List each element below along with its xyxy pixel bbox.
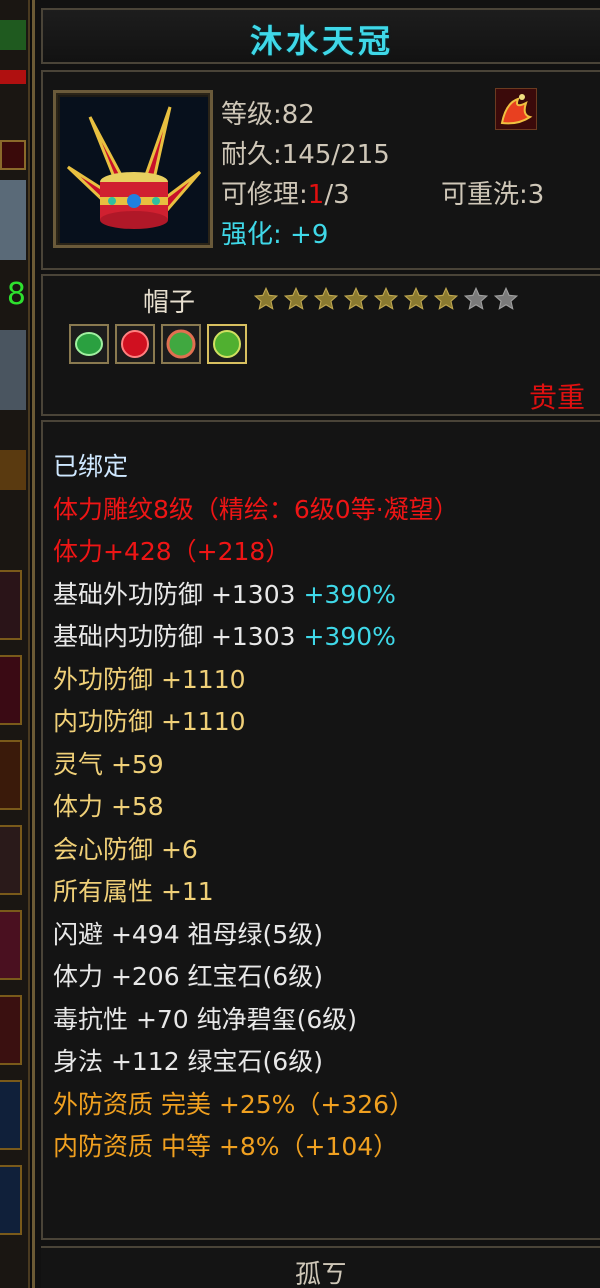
side-portrait [0,180,26,260]
repair-label: 可修理: [221,180,308,210]
hp-bar [0,20,26,50]
item-repair: 可修理:1/3 [221,174,350,211]
stat-line: 内防资质 中等 +8%（+104） [53,1126,459,1169]
equip-slot[interactable] [0,995,22,1065]
stats-list: 已绑定体力雕纹8级（精绘：6级0等·凝望） 体力+428（+218） 基础外功防御 … [53,446,459,1169]
enhance-value: +9 [290,220,329,250]
star-filled-icon [313,286,339,310]
item-name: 沐水天冠 [249,22,394,60]
side-panel-strip: 8 [0,0,30,1288]
stat-text: 闪避 +494 祖母绿(5级) [53,919,323,949]
repair-max: /3 [324,180,350,210]
stat-text: 内功防御 +1110 [53,707,246,736]
side-counter: 8 [0,275,26,315]
stat-line: 毒抗性 +70 纯净碧玺(6级) [53,999,459,1042]
equip-slot[interactable] [0,1165,22,1235]
item-type-panel: 帽子 贵重 [41,274,600,416]
stat-text: 外功防御 +1110 [53,664,246,694]
stat-bonus-percent: +390% [295,579,396,609]
stat-text: 体力 +58 [53,792,164,821]
star-filled-icon [343,286,369,310]
equip-slot[interactable] [0,1080,22,1150]
stat-text: 毒抗性 +70 纯净碧玺(6级) [53,1004,358,1034]
stat-line: 内功防御 +1110 [53,701,459,744]
stat-line: 体力 +58 [53,786,459,829]
stat-line: 闪避 +494 祖母绿(5级) [53,914,459,957]
stat-text: 体力 +206 红宝石(6级) [53,962,323,991]
star-filled-icon [403,286,429,310]
equip-slot[interactable] [0,655,22,725]
stat-bonus-percent: +390% [295,622,396,651]
stat-line: 体力 +206 红宝石(6级) [53,956,459,999]
stat-text: 内防资质 中等 +8%（+104） [53,1132,399,1161]
stats-panel: 已绑定体力雕纹8级（精绘：6级0等·凝望） 体力+428（+218） 基础外功防御 … [41,420,600,1240]
stat-text: 外防资质 完美 +25%（+326） [53,1089,415,1119]
item-header: 等级:82 耐久:145/215 可修理:1/3 可重洗:3 强化: +9 [41,70,600,270]
footer-panel: 孤ㄎ [41,1246,600,1288]
stat-line: 所有属性 +11 [53,871,459,914]
stat-line: 体力+428（+218） [53,531,459,574]
emerald-gem-icon [166,329,196,359]
star-filled-icon [373,286,399,310]
star-filled-icon [433,286,459,310]
side-counter-value: 8 [6,277,26,312]
stat-line: 身法 +112 绿宝石(6级) [53,1041,459,1084]
side-portrait-2 [0,330,26,410]
item-rewash: 可重洗:3 [441,180,545,210]
stat-text: 体力雕纹8级（精绘：6级0等·凝望） [53,494,459,524]
item-icon-frame[interactable] [53,90,213,248]
item-type: 帽子 [143,288,196,318]
item-level: 等级:82 [221,100,315,130]
star-filled-icon [283,286,309,310]
stat-line: 会心防御 +6 [53,829,459,872]
stat-text: 身法 +112 绿宝石(6级) [53,1047,323,1076]
star-empty-icon [493,286,519,310]
gem-slot[interactable] [69,324,109,364]
rarity-label: 贵重 [528,381,585,414]
stat-text: 基础内功防御 +1303 [53,622,296,651]
stat-text: 已绑定 [53,452,129,481]
equip-slot[interactable] [0,740,22,810]
equip-slot[interactable] [0,570,22,640]
stat-line: 已绑定 [53,446,459,489]
footer-text: 孤ㄎ [294,1260,347,1288]
stat-line: 基础外功防御 +1303 +390% [53,574,459,617]
item-enhance: 强化: +9 [221,214,328,251]
star-filled-icon [253,286,279,310]
stat-line: 外防资质 完美 +25%（+326） [53,1084,459,1127]
gem-slot[interactable] [115,324,155,364]
stat-text: 基础外功防御 +1303 [53,579,296,609]
crown-helmet-icon [60,97,208,243]
side-tab-button[interactable] [0,140,26,170]
stat-line: 基础内功防御 +1303 +390% [53,616,459,659]
gem-sockets [69,324,247,364]
equip-slot[interactable] [0,910,22,980]
star-empty-icon [463,286,489,310]
enhance-label: 强化: [221,220,282,250]
phoenix-badge-icon [495,88,537,130]
side-banner [0,450,26,490]
gem-slot[interactable] [207,324,247,364]
stat-line: 外功防御 +1110 [53,659,459,702]
green-gem-icon [213,330,241,358]
stat-text: 会心防御 +6 [53,834,198,864]
stat-text: 所有属性 +11 [53,877,214,906]
stat-line: 灵气 +59 [53,744,459,787]
red-ruby-gem-icon [121,330,149,358]
item-durability: 耐久:145/215 [221,140,390,170]
green-jade-gem-icon [75,332,103,356]
stat-line: 体力雕纹8级（精绘：6级0等·凝望） [53,489,459,532]
mp-bar [0,70,26,84]
equip-slot[interactable] [0,825,22,895]
gem-slot[interactable] [161,324,201,364]
item-tooltip: 沐水天冠 等级:82 耐久:145/215 可修理:1/3 可重洗:3 强化: … [32,0,600,1288]
repair-used: 1 [307,180,325,210]
stat-text: 灵气 +59 [53,749,164,779]
stat-text: 体力+428（+218） [53,537,291,566]
star-rating [253,286,519,312]
title-bar: 沐水天冠 [41,8,600,64]
